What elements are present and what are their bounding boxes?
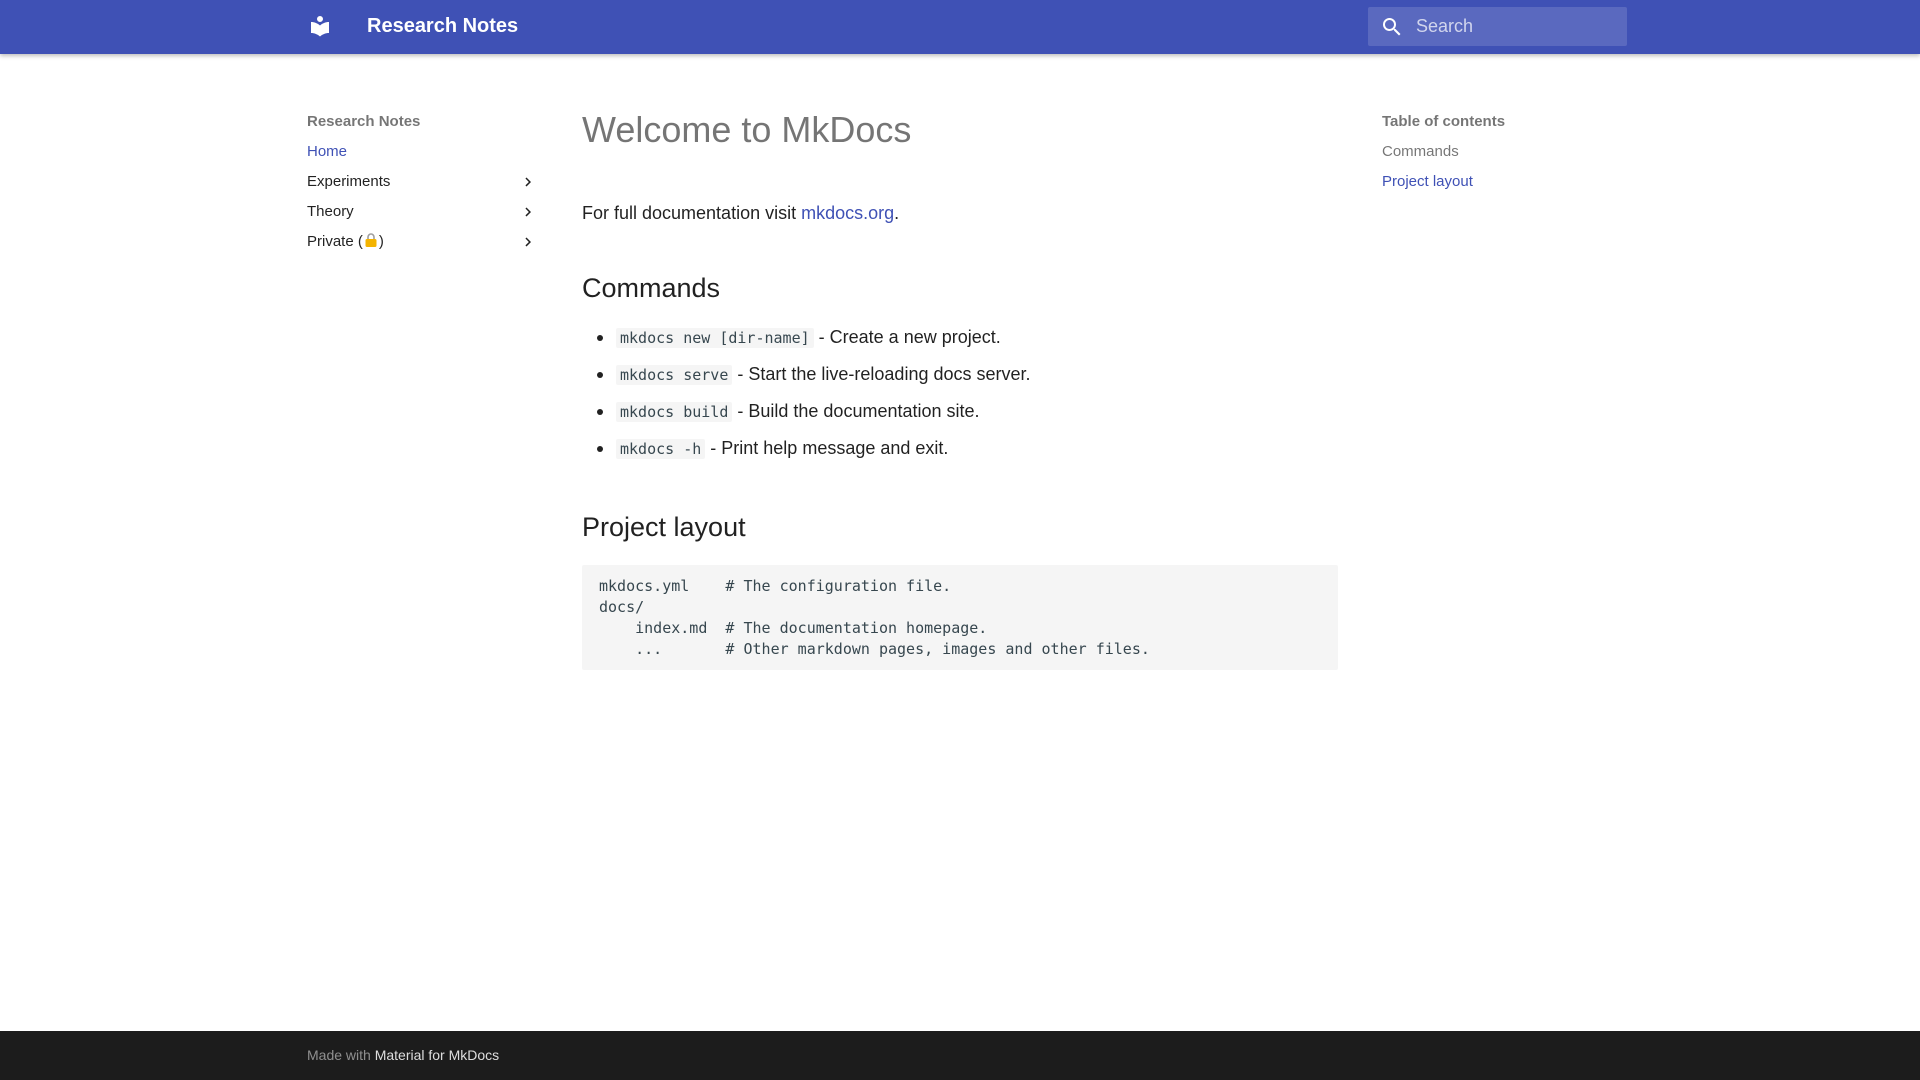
mkdocs-link[interactable]: mkdocs.org	[801, 203, 894, 223]
chevron-right-icon	[525, 207, 531, 217]
command-code: mkdocs serve	[616, 365, 733, 385]
toc-item-project-layout[interactable]: Project layout	[1382, 170, 1622, 200]
made-with-text: Made with	[307, 1047, 375, 1063]
table-of-contents: Table of contents Commands Project layou…	[1382, 110, 1622, 200]
bullet	[597, 446, 603, 452]
search-input[interactable]	[1416, 7, 1616, 46]
intro-paragraph: For full documentation visit mkdocs.org.	[582, 200, 1338, 226]
command-desc: - Print help message and exit.	[705, 438, 949, 458]
list-item: mkdocs serve - Start the live-reloading …	[582, 361, 1031, 398]
search-icon[interactable]	[1380, 15, 1404, 39]
material-link[interactable]: Material for MkDocs	[375, 1047, 499, 1063]
toc-item-commands[interactable]: Commands	[1382, 140, 1622, 170]
commands-list: mkdocs new [dir-name] - Create a new pro…	[582, 324, 1031, 472]
nav-title: Research Notes	[307, 113, 421, 130]
list-item: mkdocs -h - Print help message and exit.	[582, 435, 1031, 472]
nav-item-label-suffix: )	[378, 233, 384, 250]
nav-item-label: Home	[307, 143, 348, 160]
command-desc: - Start the live-reloading docs server.	[732, 364, 1031, 384]
commands-heading: Commands	[582, 273, 721, 303]
primary-nav: Research Notes Home Experiments Theory P…	[307, 110, 537, 260]
project-layout-code-block: mkdocs.yml # The configuration file. doc…	[582, 565, 1338, 670]
lock-icon	[363, 232, 379, 256]
command-desc: - Create a new project.	[813, 327, 1001, 347]
footer-credit: Made with Material for MkDocs	[307, 1046, 499, 1064]
intro-end: .	[894, 203, 900, 223]
toc-title: Table of contents	[1382, 113, 1506, 130]
bullet	[597, 372, 603, 378]
nav-item-label: Experiments	[307, 173, 391, 190]
page-title: Welcome to MkDocs	[582, 109, 912, 150]
chevron-right-icon	[525, 177, 531, 187]
command-code: mkdocs new [dir-name]	[616, 328, 814, 348]
bullet	[597, 409, 603, 415]
search-box[interactable]	[1368, 7, 1627, 46]
list-item: mkdocs build - Build the documentation s…	[582, 398, 1031, 435]
list-item: mkdocs new [dir-name] - Create a new pro…	[582, 324, 1031, 361]
command-code: mkdocs -h	[616, 439, 706, 459]
command-code: mkdocs build	[616, 402, 733, 422]
footer: Made with Material for MkDocs	[0, 1031, 1920, 1080]
nav-item-label: Theory	[307, 203, 354, 220]
intro-text: For full documentation visit	[582, 203, 802, 223]
nav-item-home[interactable]: Home	[307, 140, 537, 170]
chevron-right-icon	[525, 237, 531, 247]
nav-item-theory[interactable]: Theory	[307, 200, 537, 230]
material-logo-icon[interactable]	[306, 12, 334, 40]
nav-item-label-prefix: Private (	[307, 233, 363, 250]
site-title[interactable]: Research Notes	[367, 14, 518, 38]
bullet	[597, 335, 603, 341]
command-desc: - Build the documentation site.	[732, 401, 980, 421]
nav-item-experiments[interactable]: Experiments	[307, 170, 537, 200]
main-content: Welcome to MkDocs For full documentation…	[582, 104, 1338, 670]
project-layout-heading: Project layout	[582, 512, 746, 542]
top-header: Research Notes	[0, 0, 1920, 54]
nav-item-private[interactable]: Private ()	[307, 230, 537, 260]
